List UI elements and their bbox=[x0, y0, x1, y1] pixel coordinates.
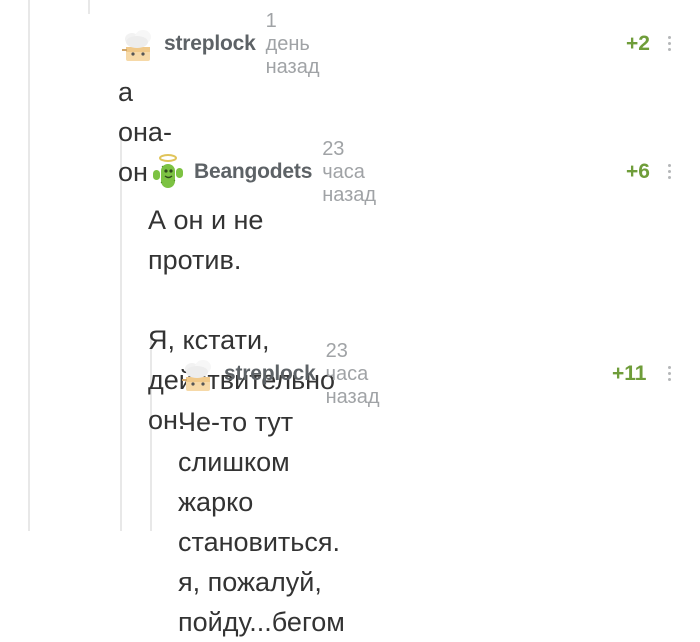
comment-time[interactable]: 1 день назад bbox=[266, 10, 320, 79]
comment-time[interactable]: 23 часа назад bbox=[322, 138, 376, 207]
comment-text-spacer bbox=[148, 280, 335, 320]
comment-text-line: пойду...бегом bbox=[178, 607, 345, 637]
author-name[interactable]: Beangodets bbox=[194, 160, 312, 184]
comment-rating: +6 bbox=[626, 160, 650, 183]
thread-line bbox=[88, 0, 90, 14]
author-name[interactable]: streplock bbox=[224, 362, 316, 386]
comment-body: Че-то тут слишком жарко становиться. я, … bbox=[178, 402, 345, 642]
comment-header: streplock 23 часа назад bbox=[178, 340, 379, 408]
comment-text-line: А он и не против. bbox=[148, 205, 264, 275]
comment-rating: +11 bbox=[612, 362, 647, 385]
more-menu-icon[interactable] bbox=[668, 36, 672, 54]
comment-text-line: становиться. я, пожалуй, bbox=[178, 527, 340, 597]
comment-rating: +2 bbox=[626, 32, 650, 55]
angel-cactus-avatar-icon[interactable] bbox=[148, 153, 186, 191]
comment-text-line: Че-то тут слишком жарко bbox=[178, 407, 294, 517]
comment-header: Beangodets 23 часа назад bbox=[148, 138, 376, 206]
comment-header: streplock 1 день назад bbox=[118, 10, 319, 78]
comment-time[interactable]: 23 часа назад bbox=[326, 340, 380, 409]
more-menu-icon[interactable] bbox=[668, 366, 672, 384]
thread-line bbox=[28, 0, 30, 531]
more-menu-icon[interactable] bbox=[668, 164, 672, 182]
author-name[interactable]: streplock bbox=[164, 32, 256, 56]
chef-cube-avatar-icon[interactable] bbox=[178, 355, 216, 393]
chef-cube-avatar-icon[interactable] bbox=[118, 25, 156, 63]
